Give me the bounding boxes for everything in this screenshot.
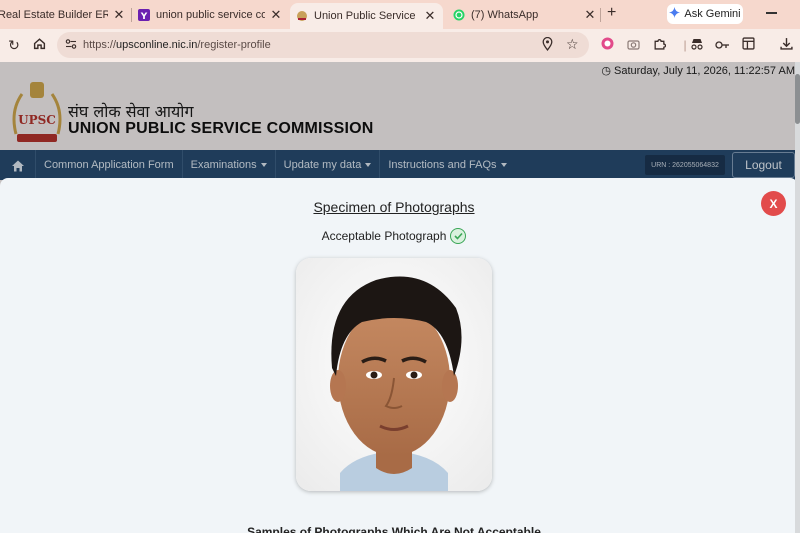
camera-icon[interactable] [625,37,641,53]
home-icon[interactable] [31,37,47,53]
close-icon[interactable]: ✕ [583,7,597,23]
tab-upsc[interactable]: Union Public Service Commission ✕ [290,3,443,29]
specimen-photographs-modal: X Specimen of Photographs Acceptable Pho… [0,178,798,533]
close-icon[interactable]: ✕ [423,8,437,24]
minimize-window-button[interactable] [766,12,777,14]
tab-union-search[interactable]: Y union public service commission ✕ [138,0,283,29]
close-icon[interactable]: ✕ [269,7,283,23]
tab-title: union public service commission [156,8,265,21]
bookmark-star-icon[interactable]: ☆ [566,36,579,53]
incognito-icon[interactable] [689,37,705,53]
check-circle-icon [450,228,467,244]
tab-title: Union Public Service Commission [314,10,419,22]
reload-icon[interactable]: ↻ [6,37,22,53]
acceptable-photo-label: Acceptable Photograph [321,229,447,243]
page-scrollbar[interactable] [795,62,800,533]
password-key-icon[interactable] [714,37,730,53]
browser-toolbar: ↻ https://upsconline.nic.in/register-pro… [0,29,800,62]
extensions-icon[interactable] [651,37,667,53]
tab-real-estate[interactable]: Real Estate Builder ERP ✕ [0,0,126,29]
portrait-photo-image [296,258,492,491]
url-text: https://upsconline.nic.in/register-profi… [83,39,271,51]
acceptable-photo-sample [296,258,492,491]
ask-gemini-button[interactable]: Ask Gemini [667,4,743,24]
acceptable-photo-heading: Acceptable Photograph [0,228,788,244]
download-icon[interactable] [778,37,794,53]
not-acceptable-samples-heading: Samples of Photographs Which Are Not Acc… [247,525,541,533]
site-settings-icon[interactable] [65,38,77,53]
tab-title: (7) WhatsApp [471,8,539,21]
reading-mode-icon[interactable] [740,37,756,53]
scrollbar-thumb[interactable] [795,74,800,124]
color-extension-icon[interactable] [599,37,615,53]
svg-text:Y: Y [140,12,148,21]
tab-whatsapp[interactable]: (7) WhatsApp ✕ [451,0,597,29]
tab-title: Real Estate Builder ERP [0,8,108,21]
new-tab-button[interactable]: + [607,4,616,22]
close-icon[interactable]: ✕ [112,7,126,23]
page-content: ◷ Saturday, July 11, 2026, 11:22:57 AM U… [0,62,800,533]
yahoo-icon: Y [138,8,150,21]
gemini-sparkle-icon [669,7,681,21]
address-bar[interactable]: https://upsconline.nic.in/register-profi… [57,32,589,58]
browser-tab-strip: Real Estate Builder ERP ✕ Y union public… [0,0,800,29]
whatsapp-icon [453,9,465,21]
location-icon[interactable] [542,36,553,54]
upsc-favicon-icon [296,10,308,22]
ask-gemini-label: Ask Gemini [684,8,741,20]
modal-title: Specimen of Photographs [313,199,475,215]
